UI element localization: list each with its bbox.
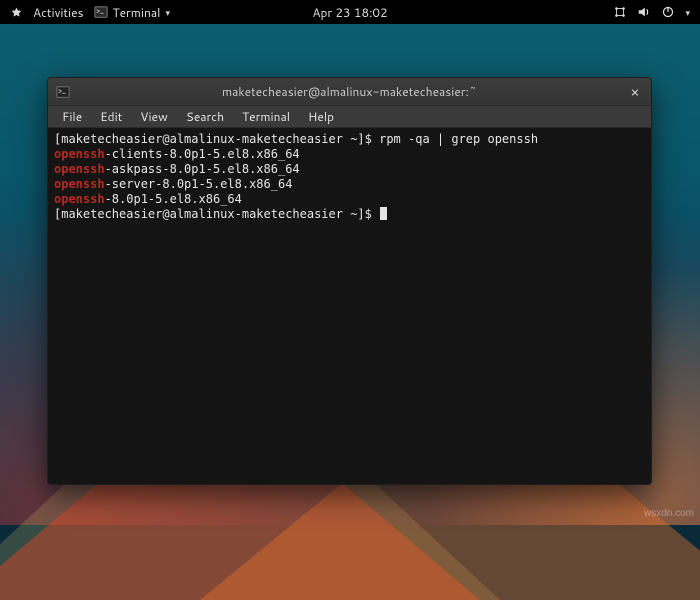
output-text: -8.0p1-5.el8.x86_64 [105,192,242,206]
menu-edit[interactable]: Edit [92,106,130,127]
app-menu[interactable]: Terminal ▾ [94,4,170,21]
menu-view[interactable]: View [132,106,176,127]
cursor [380,207,387,220]
menu-search[interactable]: Search [178,106,232,127]
volume-icon[interactable] [637,5,651,19]
network-icon[interactable] [613,5,627,19]
activities-button[interactable]: Activities [33,4,84,21]
output-line: openssh-server-8.0p1-5.el8.x86_64 [54,177,645,192]
terminal-window: maketecheasier@almalinux-maketecheasier:… [47,77,652,485]
app-menu-label: Terminal [113,4,161,21]
command-text: rpm -qa | grep openssh [379,132,538,146]
terminal-content[interactable]: [maketecheasier@almalinux-maketecheasier… [48,128,651,484]
prompt-line: [maketecheasier@almalinux-maketecheasier… [54,207,645,222]
menu-help[interactable]: Help [300,106,342,127]
menu-terminal[interactable]: Terminal [234,106,298,127]
grep-match: openssh [54,147,105,161]
system-status-area[interactable]: ▾ [613,5,690,19]
terminal-menubar: File Edit View Search Terminal Help [48,106,651,128]
watermark: wsxdn.com [644,508,694,519]
output-text: -clients-8.0p1-5.el8.x86_64 [105,147,300,161]
grep-match: openssh [54,162,105,176]
grep-match: openssh [54,192,105,206]
menu-file[interactable]: File [54,106,90,127]
window-titlebar[interactable]: maketecheasier@almalinux-maketecheasier:… [48,78,651,106]
terminal-window-icon [56,85,70,99]
terminal-app-icon [94,5,108,19]
output-line: openssh-askpass-8.0p1-5.el8.x86_64 [54,162,645,177]
output-line: openssh-8.0p1-5.el8.x86_64 [54,192,645,207]
activities-icon[interactable] [10,6,23,19]
power-icon[interactable] [661,5,675,19]
close-icon: × [631,85,640,99]
prompt: [maketecheasier@almalinux-maketecheasier… [54,132,379,146]
chevron-down-icon: ▾ [165,6,170,19]
gnome-top-bar: Activities Terminal ▾ Apr 23 18:02 ▾ [0,0,700,24]
output-line: openssh-clients-8.0p1-5.el8.x86_64 [54,147,645,162]
output-text: -askpass-8.0p1-5.el8.x86_64 [105,162,300,176]
close-button[interactable]: × [627,84,643,100]
clock[interactable]: Apr 23 18:02 [312,4,387,21]
grep-match: openssh [54,177,105,191]
chevron-down-icon: ▾ [685,6,690,19]
prompt: [maketecheasier@almalinux-maketecheasier… [54,207,379,221]
window-title: maketecheasier@almalinux-maketecheasier:… [48,83,651,100]
output-text: -server-8.0p1-5.el8.x86_64 [105,177,293,191]
prompt-line: [maketecheasier@almalinux-maketecheasier… [54,132,645,147]
